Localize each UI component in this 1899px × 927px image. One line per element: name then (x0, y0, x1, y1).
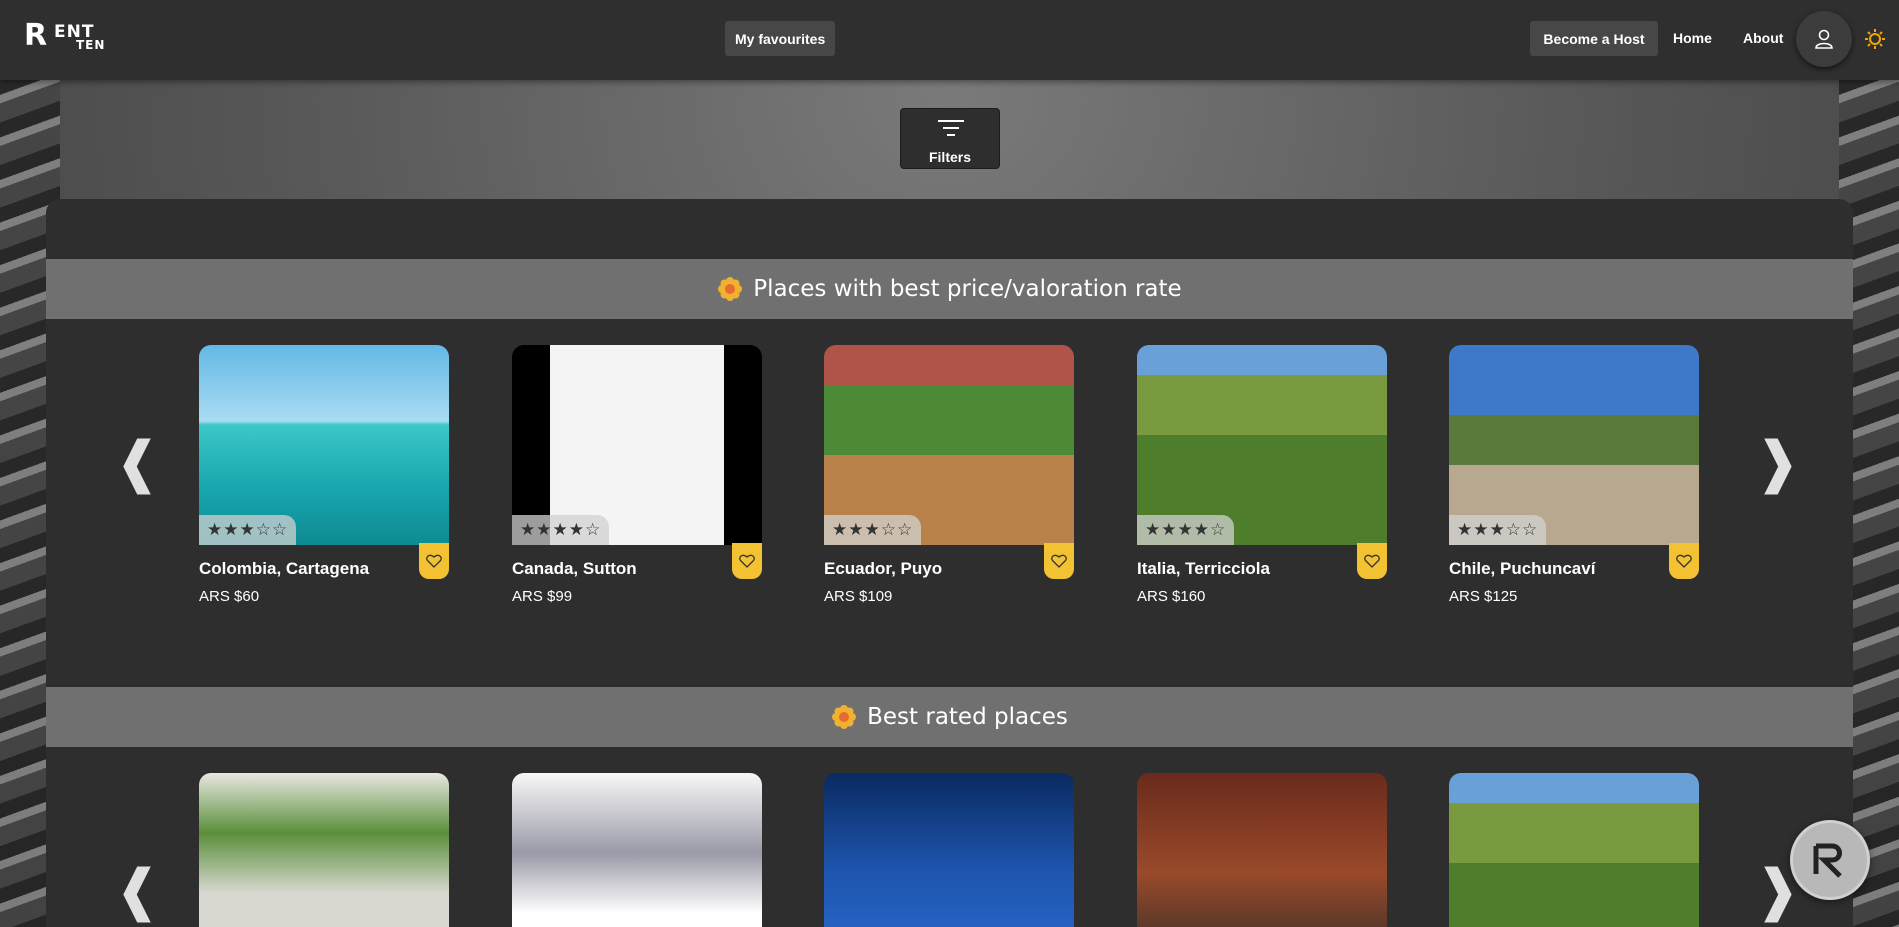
listing-price: ARS $109 (824, 588, 893, 605)
listing-price: ARS $125 (1449, 588, 1518, 605)
filters-button[interactable]: Filters (900, 108, 1000, 169)
my-favourites-button[interactable]: My favourites (725, 21, 836, 56)
nav-about-link[interactable]: About (1743, 30, 1783, 46)
listing-photo[interactable] (199, 773, 449, 927)
listing-name: Chile, Puchuncaví (1449, 559, 1596, 578)
listing-card[interactable] (824, 773, 1074, 927)
flower-icon (832, 705, 857, 729)
listing-photo[interactable] (1449, 773, 1699, 927)
nav-home-link[interactable]: Home (1673, 30, 1712, 46)
listing-card[interactable] (1449, 773, 1699, 927)
listing-name: Canada, Sutton (512, 559, 637, 578)
heart-icon (739, 554, 755, 568)
listings-panel: Places with best price/valoration rate ❰… (46, 199, 1853, 927)
listing-photo[interactable]: ★★★☆☆ (824, 345, 1074, 545)
listing-card[interactable]: ★★★☆☆ Colombia, Cartagena ARS $60 (199, 345, 449, 605)
listing-photo[interactable] (512, 773, 762, 927)
flower-icon (718, 277, 743, 301)
user-icon (1815, 29, 1833, 49)
floating-logo-button[interactable] (1790, 820, 1870, 900)
listing-name: Colombia, Cartagena (199, 559, 370, 578)
section-header-best-price: Places with best price/valoration rate (46, 259, 1853, 319)
favourite-button[interactable] (732, 543, 762, 579)
listing-card[interactable] (199, 773, 449, 927)
listing-name: Ecuador, Puyo (824, 559, 943, 578)
listing-photo[interactable] (1137, 773, 1387, 927)
listing-name: Italia, Terricciola (1137, 559, 1270, 578)
rent-ten-logo-icon (1813, 843, 1842, 878)
listing-photo[interactable]: ★★★★☆ (1137, 345, 1387, 545)
rating-stars: ★★★★☆ (1137, 515, 1235, 545)
filters-label: Filters (928, 149, 971, 165)
top-header: R ENT TEN My favourites Become a Host Ho… (0, 0, 1899, 80)
listing-photo[interactable]: ★★★☆☆ (1449, 345, 1699, 545)
rating-stars: ★★★☆☆ (824, 515, 922, 545)
favourite-button[interactable] (1669, 543, 1699, 579)
listing-price: ARS $160 (1137, 588, 1206, 605)
listing-card[interactable]: ★★★★☆ Italia, Terricciola ARS $160 (1137, 345, 1387, 605)
listing-price: ARS $99 (512, 588, 573, 605)
section-header-best-rated: Best rated places (46, 687, 1853, 747)
carousel-prev-arrow[interactable]: ❰ (114, 863, 161, 919)
favourite-button[interactable] (1357, 543, 1387, 579)
user-account-button[interactable] (1796, 11, 1852, 67)
logo-letter: R (24, 18, 47, 53)
rating-stars: ★★★★☆ (512, 515, 610, 545)
logo-text-ten: TEN (76, 38, 106, 52)
rating-stars: ★★★☆☆ (199, 515, 297, 545)
section-title: Best rated places (867, 704, 1068, 730)
favourite-button[interactable] (1044, 543, 1074, 579)
sun-icon (1865, 29, 1885, 49)
listing-photo[interactable]: ★★★★☆ (512, 345, 762, 545)
heart-icon (1051, 554, 1067, 568)
filter-icon (938, 120, 964, 136)
listing-card[interactable]: ★★★☆☆ Chile, Puchuncaví ARS $125 (1449, 345, 1699, 605)
rating-stars: ★★★☆☆ (1449, 515, 1547, 545)
carousel-next-arrow[interactable]: ❱ (1754, 435, 1801, 491)
carousel-prev-arrow[interactable]: ❰ (114, 435, 161, 491)
theme-toggle-button[interactable] (1864, 28, 1886, 50)
listing-card[interactable]: ★★★★☆ Canada, Sutton ARS $99 (512, 345, 762, 605)
listing-photo[interactable] (824, 773, 1074, 927)
listing-price: ARS $60 (199, 588, 260, 605)
rent-ten-logo[interactable]: R ENT TEN (24, 18, 108, 60)
section-title: Places with best price/valoration rate (753, 276, 1182, 302)
heart-icon (1676, 554, 1692, 568)
favourite-button[interactable] (419, 543, 449, 579)
become-host-button[interactable]: Become a Host (1530, 21, 1658, 56)
listing-card[interactable] (512, 773, 762, 927)
listing-card[interactable] (1137, 773, 1387, 927)
listing-card[interactable]: ★★★☆☆ Ecuador, Puyo ARS $109 (824, 345, 1074, 605)
heart-icon (1364, 554, 1380, 568)
listing-photo[interactable]: ★★★☆☆ (199, 345, 449, 545)
heart-icon (426, 554, 442, 568)
